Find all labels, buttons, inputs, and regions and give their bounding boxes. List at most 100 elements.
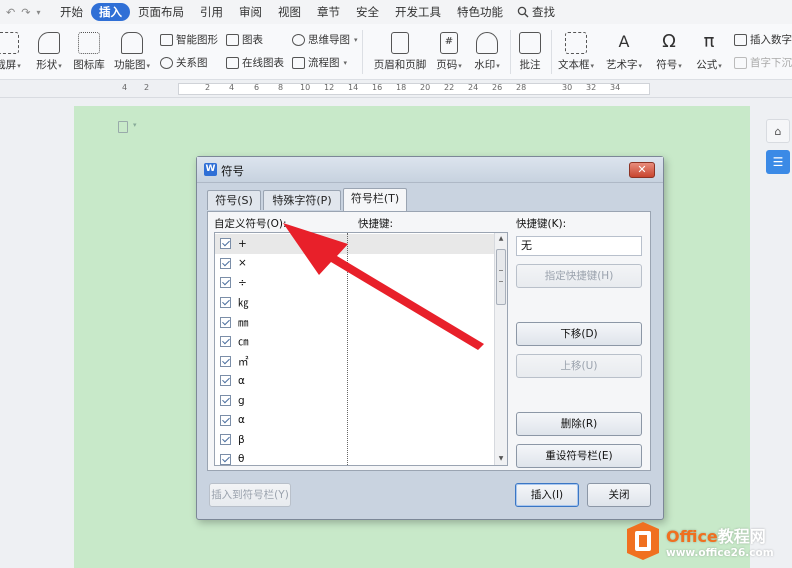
header-footer-button[interactable]: 页眉和页脚 — [372, 32, 428, 72]
collapse-panel-icon[interactable]: ⌂ — [766, 119, 790, 143]
checkbox[interactable] — [220, 395, 231, 407]
menu-start[interactable]: 开始 — [52, 3, 91, 21]
close-button[interactable]: 关闭 — [587, 483, 651, 507]
list-item[interactable]: θ — [215, 450, 495, 465]
menu-section[interactable]: 章节 — [309, 3, 348, 21]
menu-security[interactable]: 安全 — [348, 3, 387, 21]
tab-special-chars[interactable]: 特殊字符(P) — [263, 190, 341, 210]
comment-icon — [519, 32, 541, 54]
online-chart-button[interactable]: 在线图表 — [226, 55, 284, 70]
menu-insert[interactable]: 插入 — [91, 3, 130, 21]
page-number-button[interactable]: # 页码▾ — [432, 32, 466, 72]
checkbox[interactable] — [220, 336, 231, 348]
insert-to-bar-button[interactable]: 插入到符号栏(Y) — [209, 483, 291, 507]
delete-button[interactable]: 删除(R) — [516, 412, 642, 436]
menu-features[interactable]: 特色功能 — [449, 3, 511, 21]
mind-map-icon — [292, 33, 305, 46]
list-item[interactable]: ㎏ — [215, 293, 495, 313]
ruler-tick: 20 — [420, 83, 431, 92]
list-item[interactable]: β — [215, 430, 495, 450]
list-item[interactable]: + — [215, 234, 495, 254]
menu-review[interactable]: 审阅 — [231, 3, 270, 21]
formula-button[interactable]: π 公式▾ — [692, 32, 726, 72]
header-footer-icon — [391, 32, 409, 54]
office-logo-icon — [627, 522, 659, 560]
checkbox[interactable] — [220, 414, 231, 426]
scroll-down-icon[interactable]: ▼ — [495, 453, 507, 465]
assign-shortcut-button[interactable]: 指定快捷键(H) — [516, 264, 642, 288]
textbox-button[interactable]: 文本框▾ — [556, 32, 596, 72]
checkbox[interactable] — [220, 257, 231, 269]
checkbox[interactable] — [220, 297, 231, 309]
shapes-button[interactable]: 形状▾ — [32, 32, 66, 72]
move-down-button[interactable]: 下移(D) — [516, 322, 642, 346]
ruler-tick: 30 — [562, 83, 573, 92]
checkbox[interactable] — [220, 277, 231, 289]
ruler-tick: 4 — [229, 83, 235, 92]
checkbox[interactable] — [220, 316, 231, 328]
ruler-tick: 24 — [468, 83, 479, 92]
function-chart-icon — [121, 32, 143, 54]
comment-button[interactable]: 批注 — [516, 32, 544, 72]
list-item[interactable]: ㎝ — [215, 332, 495, 352]
search-menu[interactable]: 查找 — [511, 4, 555, 20]
smart-art-button[interactable]: 智能图形 — [160, 32, 218, 47]
relation-button[interactable]: 关系图 — [160, 55, 208, 70]
menu-developer[interactable]: 开发工具 — [387, 3, 449, 21]
list-item[interactable]: α — [215, 410, 495, 430]
checkbox[interactable] — [220, 453, 231, 465]
scroll-up-icon[interactable]: ▲ — [495, 233, 507, 245]
flowchart-button[interactable]: 流程图 ▾ — [292, 55, 347, 70]
function-chart-button[interactable]: 功能图▾ — [112, 32, 152, 72]
watermark-button[interactable]: 水印▾ — [470, 32, 504, 72]
tab-symbol-bar[interactable]: 符号栏(T) — [343, 188, 407, 211]
ruler[interactable]: 4 2 2 4 6 8 10 12 14 16 18 20 22 24 26 2… — [0, 80, 792, 98]
chevron-down-icon[interactable]: ▾ — [133, 121, 137, 129]
reset-symbol-bar-button[interactable]: 重设符号栏(E) — [516, 444, 642, 468]
wordart-button[interactable]: A 艺术字▾ — [602, 32, 646, 72]
list-item[interactable]: g — [215, 391, 495, 411]
document-icon[interactable] — [118, 121, 128, 133]
move-up-button[interactable]: 上移(U) — [516, 354, 642, 378]
redo-icon[interactable]: ↷ — [21, 6, 30, 19]
ruler-tick: 14 — [348, 83, 359, 92]
menu-references[interactable]: 引用 — [192, 3, 231, 21]
list-item[interactable]: α — [215, 371, 495, 391]
column-divider — [347, 233, 348, 465]
menu-bar: ↶ ↷ ▾ 开始 插入 页面布局 引用 审阅 视图 章节 安全 开发工具 特色功… — [0, 0, 792, 24]
menu-view[interactable]: 视图 — [270, 3, 309, 21]
menu-page-layout[interactable]: 页面布局 — [130, 3, 192, 21]
tab-symbols[interactable]: 符号(S) — [207, 190, 261, 210]
screenshot-button[interactable]: 截屏▾ — [0, 32, 24, 72]
symbol-button[interactable]: Ω 符号▾ — [652, 32, 686, 72]
dialog-titlebar[interactable]: W 符号 ✕ — [197, 157, 663, 183]
chart-button[interactable]: 图表 — [226, 32, 263, 47]
ruler-tick: 10 — [300, 83, 311, 92]
insert-number-button[interactable]: 插入数字 — [734, 32, 792, 47]
list-scrollbar[interactable]: ▲ ▼ — [494, 233, 507, 465]
list-item[interactable]: ÷ — [215, 273, 495, 293]
undo-icon[interactable]: ↶ — [6, 6, 15, 19]
list-item[interactable]: ㎡ — [215, 352, 495, 372]
list-item[interactable]: ㎜ — [215, 312, 495, 332]
ribbon-separator — [551, 30, 552, 74]
chevron-down-icon[interactable]: ▾ — [36, 8, 40, 17]
close-icon[interactable]: ✕ — [629, 162, 655, 178]
symbol-dialog: W 符号 ✕ 符号(S) 特殊字符(P) 符号栏(T) 自定义符号(O): 快捷… — [196, 156, 664, 520]
checkbox[interactable] — [220, 355, 231, 367]
side-panel-icon[interactable]: ☰ — [766, 150, 790, 174]
checkbox[interactable] — [220, 375, 231, 387]
mind-map-button[interactable]: 思维导图 ▾ — [292, 32, 358, 47]
custom-symbols-list[interactable]: + × ÷ ㎏ ㎜ ㎝ ㎡ α g α β θ ▲ ▼ — [214, 232, 508, 466]
insert-button[interactable]: 插入(I) — [515, 483, 579, 507]
dialog-title: 符号 — [221, 164, 244, 178]
list-item[interactable]: × — [215, 254, 495, 274]
checkbox[interactable] — [220, 238, 231, 250]
scrollbar-thumb[interactable] — [496, 249, 506, 305]
icon-library-button[interactable]: 图标库 — [72, 32, 106, 72]
checkbox[interactable] — [220, 434, 231, 446]
ruler-tick: 6 — [254, 83, 260, 92]
chart-icon — [226, 33, 239, 46]
drop-cap-button[interactable]: 首字下沉 — [734, 55, 792, 70]
shortcut-key-field[interactable]: 无 — [516, 236, 642, 256]
